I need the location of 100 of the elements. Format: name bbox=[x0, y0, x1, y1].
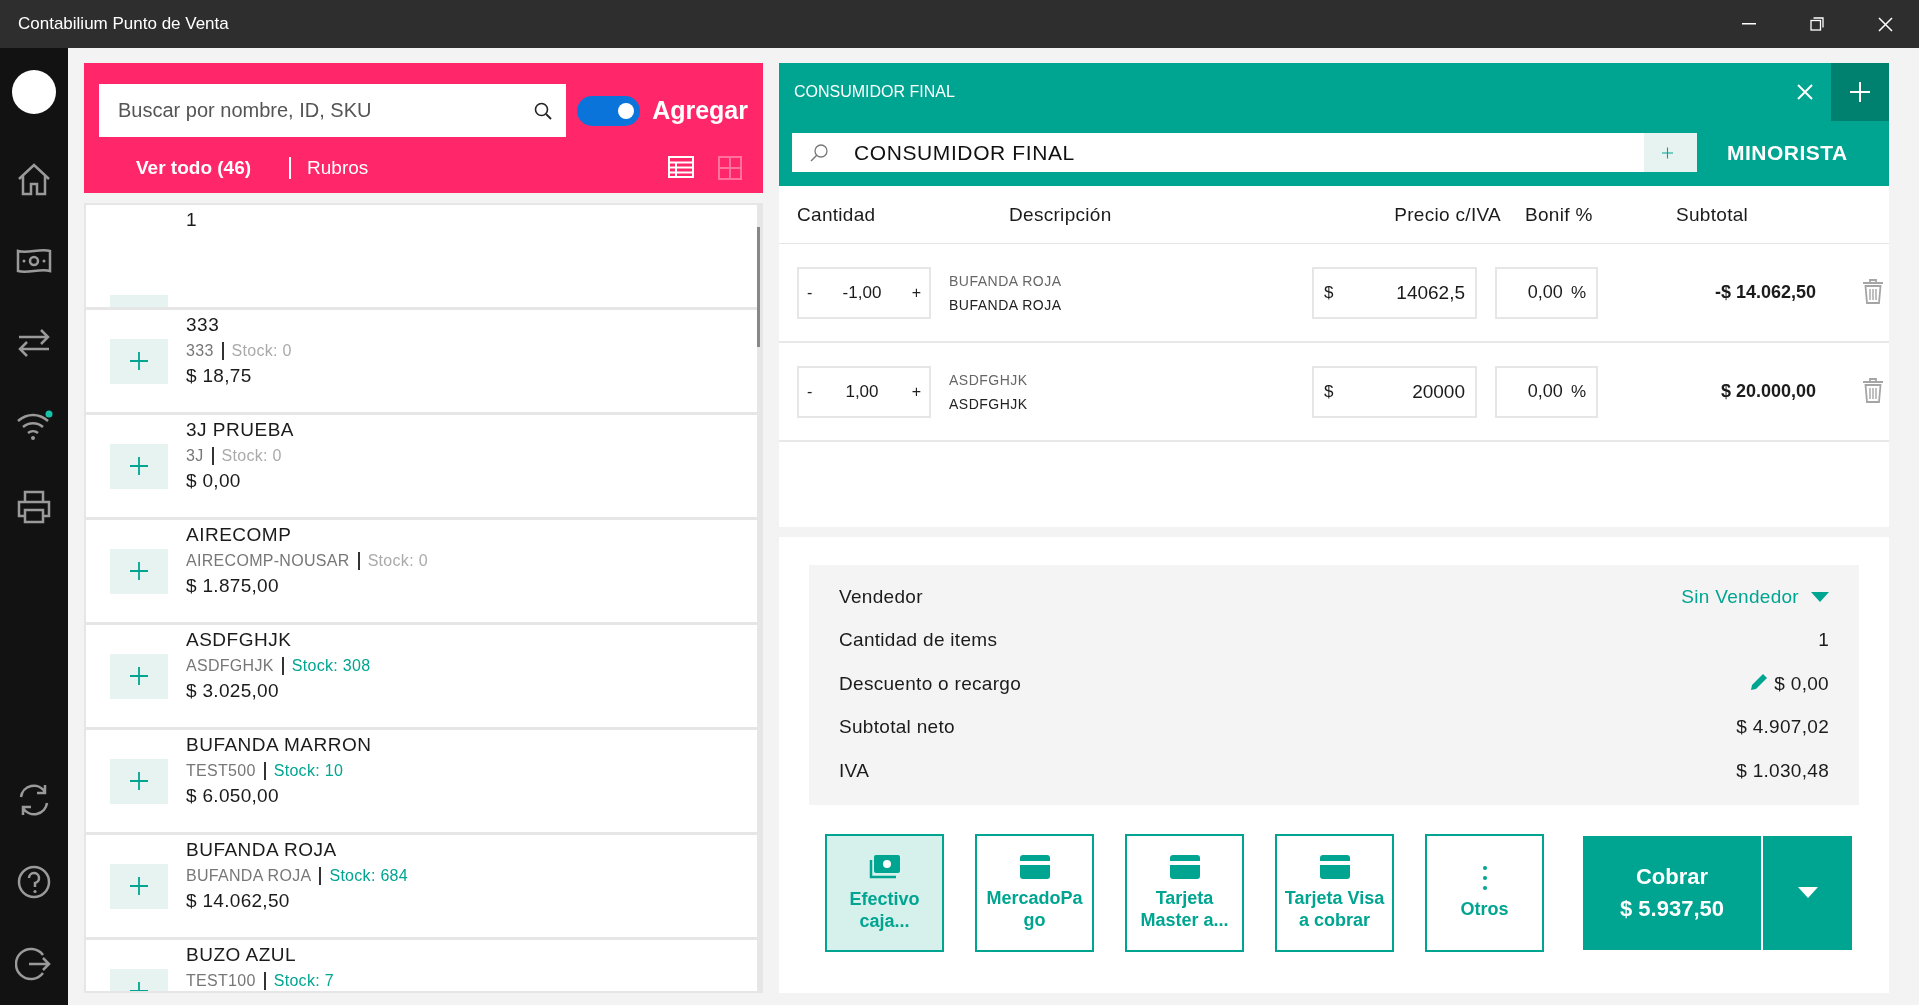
product-card[interactable]: 3J PRUEBA 3J Stock: 0 $ 0,00 bbox=[86, 415, 757, 517]
logout-icon bbox=[15, 945, 53, 983]
column-header: Cantidad bbox=[797, 203, 877, 226]
category-tab[interactable]: Rubros bbox=[307, 151, 369, 185]
product-sku: BUFANDA ROJA bbox=[186, 867, 312, 885]
percent-sign: % bbox=[1570, 381, 1586, 402]
summary-value: $ 0,00 bbox=[1774, 672, 1829, 695]
product-card[interactable]: 1 bbox=[86, 205, 757, 307]
table-icon bbox=[668, 156, 694, 178]
customer-title: CONSUMIDOR FINAL bbox=[794, 83, 956, 101]
product-price: $ 18,75 bbox=[186, 365, 253, 387]
toggle-label: Agregar bbox=[652, 96, 748, 125]
pencil-icon bbox=[1750, 672, 1769, 691]
product-sku: ASDFGHJK bbox=[186, 657, 274, 675]
increment-button[interactable]: + bbox=[911, 283, 921, 302]
grid-icon bbox=[718, 156, 742, 180]
increment-button[interactable]: + bbox=[911, 382, 921, 401]
window-title: Contabilium Punto de Venta bbox=[18, 14, 230, 34]
add-button[interactable] bbox=[110, 548, 168, 594]
summary-label: Descuento o recargo bbox=[839, 672, 1023, 695]
plus-icon bbox=[130, 457, 148, 475]
stock-count: Stock: 7 bbox=[273, 972, 334, 990]
price-value: 20000 bbox=[1412, 380, 1465, 403]
add-button[interactable] bbox=[110, 443, 168, 489]
stock-count: Stock: 684 bbox=[329, 867, 408, 885]
summary-label: Cantidad de items bbox=[839, 629, 999, 652]
grid-view-button[interactable] bbox=[718, 156, 742, 180]
price-field[interactable]: $ 14062,5 bbox=[1312, 266, 1477, 319]
cash-icon bbox=[868, 853, 901, 880]
caret-icon bbox=[1811, 591, 1829, 602]
card-icon bbox=[1319, 854, 1350, 879]
product-price: $ 1.875,00 bbox=[186, 575, 280, 597]
product-sku: TEST500 bbox=[186, 762, 256, 780]
product-card[interactable]: 333 333 Stock: 0 $ 18,75 bbox=[86, 310, 757, 412]
price-value: 14062,5 bbox=[1396, 281, 1465, 304]
add-button[interactable] bbox=[110, 338, 168, 384]
close-icon bbox=[1877, 16, 1893, 32]
summary-value: 1 bbox=[1818, 629, 1829, 652]
scrollbar[interactable] bbox=[757, 227, 760, 347]
stock-count: Stock: 0 bbox=[221, 447, 282, 465]
product-price: $ 6.050,00 bbox=[186, 785, 280, 807]
help-icon bbox=[15, 863, 53, 901]
quantity-field[interactable]: - 1,00 + bbox=[797, 365, 931, 418]
currency-symbol: $ bbox=[1324, 381, 1334, 402]
search-icon bbox=[810, 143, 828, 162]
add-button[interactable] bbox=[110, 758, 168, 804]
summary-label: Subtotal neto bbox=[839, 716, 956, 739]
decrement-button[interactable]: - bbox=[807, 283, 813, 302]
stock-count: Stock: 10 bbox=[273, 762, 344, 780]
plus-icon bbox=[1850, 82, 1870, 102]
trash-icon bbox=[1862, 376, 1884, 403]
price-field[interactable]: $ 20000 bbox=[1312, 365, 1477, 418]
product-card[interactable]: BUFANDA MARRON TEST500 Stock: 10 $ 6.050,00 bbox=[86, 730, 757, 832]
product-card[interactable]: ASDFGHJK ASDFGHJK Stock: 308 $ 3.025,00 bbox=[86, 625, 757, 727]
new-sale-button[interactable] bbox=[1831, 63, 1889, 121]
more-icon bbox=[1482, 865, 1487, 890]
item-code: BUFANDA ROJA bbox=[949, 272, 1063, 289]
decrement-button[interactable]: - bbox=[807, 382, 813, 401]
item-code: ASDFGHJK bbox=[949, 371, 1029, 388]
plus-icon bbox=[130, 352, 148, 370]
search-bar[interactable]: Buscar por nombre, ID, SKU bbox=[99, 84, 566, 137]
item-subtotal: $ 20.000,00 bbox=[1719, 381, 1816, 402]
list-view-button[interactable] bbox=[668, 156, 694, 180]
product-sku: TEST100 bbox=[186, 972, 256, 990]
add-button[interactable] bbox=[110, 653, 168, 699]
card-icon bbox=[1169, 854, 1200, 879]
toggle-switch[interactable] bbox=[576, 95, 641, 126]
avatar[interactable] bbox=[12, 70, 56, 114]
product-card[interactable]: BUFANDA ROJA BUFANDA ROJA Stock: 684 $ 14.062,50 bbox=[86, 835, 757, 937]
category-tab[interactable]: Ver todo (46) bbox=[136, 151, 252, 185]
plus-icon bbox=[130, 562, 148, 580]
product-sku: 333 bbox=[186, 342, 214, 360]
quantity-field[interactable]: - -1,00 + bbox=[797, 266, 931, 319]
trash-icon bbox=[1862, 277, 1884, 304]
discount-field[interactable]: 0,00 % bbox=[1495, 365, 1598, 418]
search-icon bbox=[533, 101, 552, 120]
plus-icon bbox=[1662, 145, 1673, 160]
restore-icon bbox=[1810, 17, 1824, 31]
plus-icon bbox=[130, 667, 148, 685]
discount-field[interactable]: 0,00 % bbox=[1495, 266, 1598, 319]
close-icon bbox=[1797, 84, 1813, 100]
search-input[interactable]: Buscar por nombre, ID, SKU bbox=[116, 98, 534, 123]
stock-count: Stock: 0 bbox=[231, 342, 292, 360]
product-card[interactable]: AIRECOMP AIRECOMP-NOUSAR Stock: 0 $ 1.875,00 bbox=[86, 520, 757, 622]
quantity-value: 1,00 bbox=[845, 381, 879, 402]
stock-count: Stock: 308 bbox=[291, 657, 371, 675]
summary-label: Vendedor bbox=[839, 585, 924, 608]
price-list-label: MINORISTA bbox=[1727, 140, 1848, 165]
product-card[interactable]: BUZO AZUL TEST100 Stock: 7 bbox=[86, 940, 757, 991]
customer-search-bar[interactable]: CONSUMIDOR FINAL bbox=[792, 133, 1697, 172]
product-name: 1 bbox=[186, 209, 198, 231]
currency-symbol: $ bbox=[1324, 282, 1334, 303]
product-sku: AIRECOMP-NOUSAR bbox=[186, 552, 350, 570]
quantity-value: -1,00 bbox=[842, 282, 882, 303]
caret-icon bbox=[1797, 887, 1818, 898]
product-price: $ 14.062,50 bbox=[186, 890, 291, 912]
column-header: Descripción bbox=[1008, 203, 1113, 226]
stock-count: Stock: 0 bbox=[367, 552, 428, 570]
product-price: $ 0,00 bbox=[186, 470, 242, 492]
add-button[interactable] bbox=[110, 863, 168, 909]
